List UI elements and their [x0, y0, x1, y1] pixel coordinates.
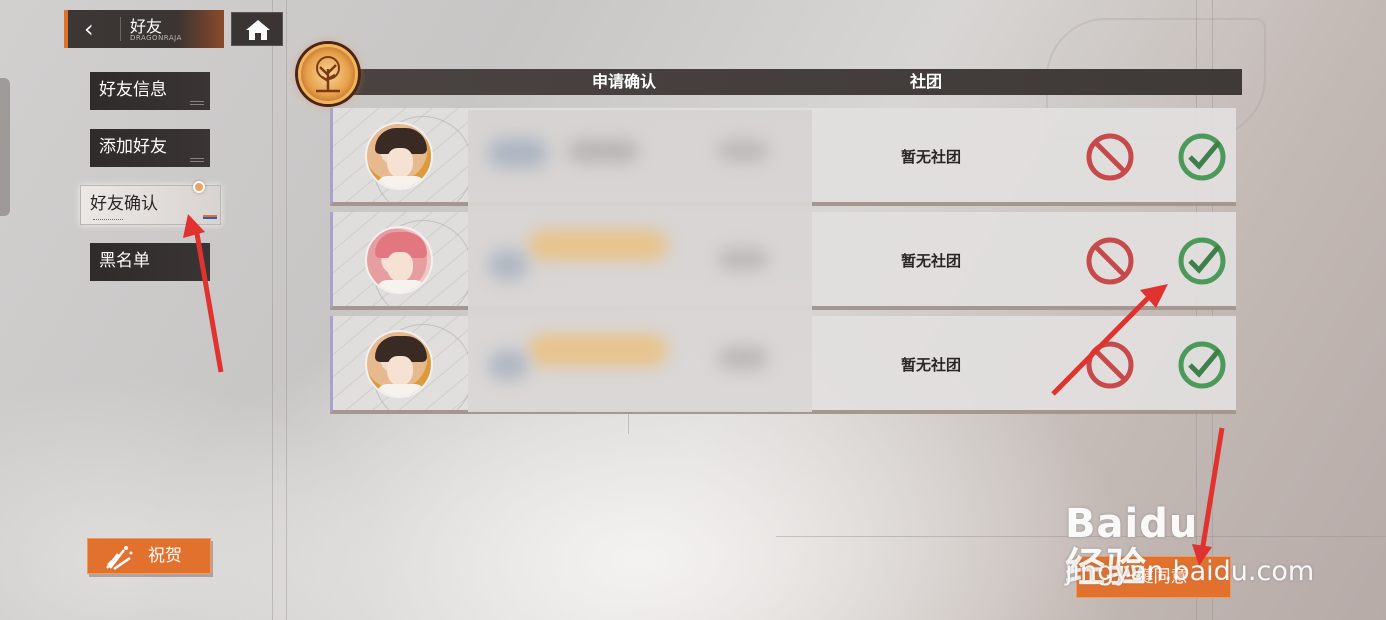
notification-dot [193, 181, 205, 193]
grid-line [272, 0, 273, 620]
menu-decoration [190, 101, 204, 105]
reject-icon [1086, 237, 1134, 285]
club-name: 暂无社团 [901, 148, 962, 166]
tree-icon [316, 56, 340, 93]
back-button[interactable]: ‹ 好友 DRAGONRAJA [64, 10, 224, 48]
divider [120, 17, 121, 41]
accept-button[interactable] [1175, 130, 1229, 184]
column-header-club: 社团 [910, 72, 943, 91]
menu-item-friend-info[interactable]: 好友信息 [90, 72, 210, 110]
home-icon [246, 20, 270, 40]
grid-line [628, 412, 629, 434]
avatar[interactable] [365, 330, 433, 398]
club-name: 暂无社团 [901, 356, 962, 374]
page-subtitle: DRAGONRAJA [130, 34, 182, 42]
reject-icon [1086, 341, 1134, 389]
side-drawer-handle[interactable] [0, 78, 10, 216]
check-icon [1178, 237, 1226, 285]
club-name: 暂无社团 [901, 252, 962, 270]
home-button[interactable] [231, 12, 283, 46]
menu-item-label: 好友信息 [99, 80, 167, 100]
check-icon [1178, 341, 1226, 389]
menu-item-blacklist[interactable]: 黑名单 [90, 243, 210, 281]
grid-line [286, 0, 287, 620]
menu-item-label: 好友确认 [90, 194, 158, 214]
club-emblem [298, 44, 358, 104]
celebrate-label: 祝贺 [148, 546, 182, 566]
reject-button[interactable] [1083, 338, 1137, 392]
avatar[interactable] [365, 122, 433, 190]
celebrate-button[interactable]: 祝贺 [87, 538, 211, 574]
check-icon [1178, 133, 1226, 181]
menu-decoration [93, 219, 123, 222]
firework-icon [106, 546, 133, 570]
reject-icon [1086, 133, 1134, 181]
avatar[interactable] [365, 226, 433, 294]
menu-item-label: 添加好友 [99, 137, 167, 157]
blurred-player-names [468, 110, 812, 412]
menu-item-label: 黑名单 [99, 251, 150, 271]
reject-button[interactable] [1083, 234, 1137, 288]
menu-item-add-friend[interactable]: 添加好友 [90, 129, 210, 167]
chevron-left-icon: ‹ [84, 15, 94, 43]
menu-decoration [203, 215, 217, 219]
watermark-sub: jingyan.baidu.com [1065, 556, 1315, 587]
table-header: 申请确认 社团 [330, 69, 1242, 95]
column-header-request: 申请确认 [592, 72, 657, 91]
menu-decoration [190, 158, 204, 162]
accept-button[interactable] [1175, 338, 1229, 392]
accept-button[interactable] [1175, 234, 1229, 288]
reject-button[interactable] [1083, 130, 1137, 184]
